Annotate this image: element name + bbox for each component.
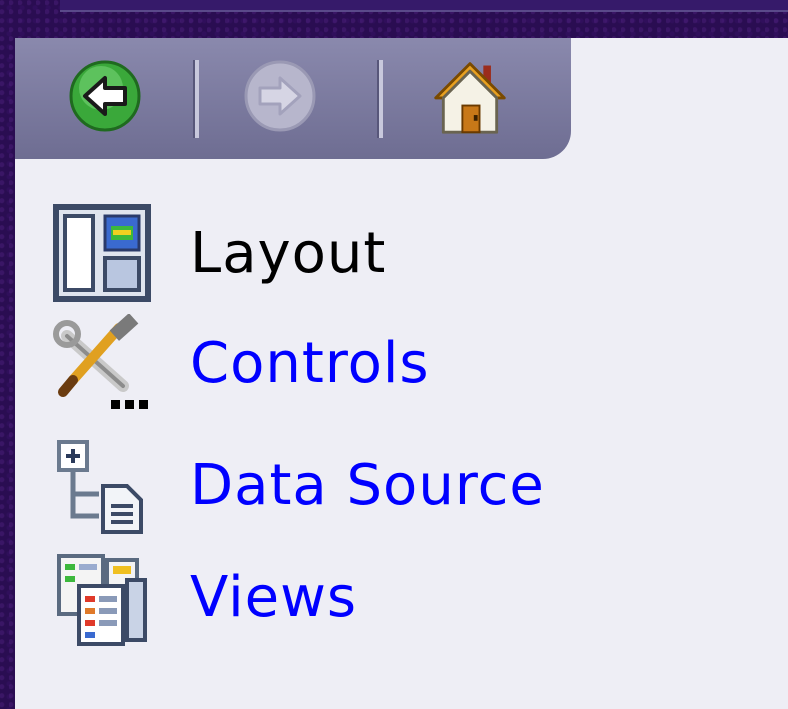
tools-icon bbox=[53, 314, 148, 409]
nav-item-controls[interactable]: Controls bbox=[15, 314, 715, 414]
nav-item-label: Data Source bbox=[190, 453, 545, 518]
toolbar-separator bbox=[377, 60, 383, 138]
nav-item-label: Layout bbox=[190, 221, 387, 286]
data-source-icon bbox=[57, 440, 143, 534]
home-button[interactable] bbox=[430, 56, 510, 136]
nav-item-label: Controls bbox=[190, 331, 430, 396]
navigation-panel: Layout Controls Data Source Views bbox=[15, 38, 788, 709]
layout-icon bbox=[53, 204, 151, 302]
nav-item-data-source[interactable]: Data Source bbox=[15, 436, 715, 536]
back-arrow-icon bbox=[69, 60, 141, 132]
forward-arrow-icon bbox=[244, 60, 316, 132]
forward-button[interactable] bbox=[240, 56, 320, 136]
views-icon bbox=[57, 554, 147, 646]
nav-item-label: Views bbox=[190, 565, 358, 630]
back-button[interactable] bbox=[65, 56, 145, 136]
nav-item-views[interactable]: Views bbox=[15, 550, 715, 650]
nav-item-layout[interactable]: Layout bbox=[15, 202, 715, 302]
navigation-toolbar bbox=[15, 38, 571, 159]
home-icon bbox=[434, 62, 506, 134]
toolbar-separator bbox=[193, 60, 199, 138]
window-top-strip bbox=[60, 0, 788, 12]
